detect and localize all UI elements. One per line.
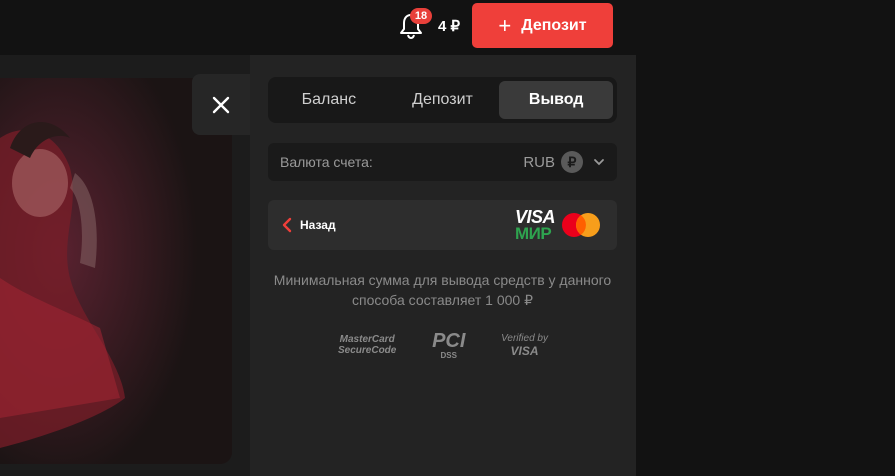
payment-logos: VISA МИР xyxy=(515,208,603,242)
mastercard-securecode-line2: SecureCode xyxy=(338,345,397,356)
mastercard-securecode-logo: MasterCard SecureCode xyxy=(338,334,396,356)
notification-badge: 18 xyxy=(410,8,432,24)
close-icon xyxy=(212,96,230,113)
tab-balance[interactable]: Баланс xyxy=(272,81,386,119)
game-banner-image xyxy=(0,78,232,464)
pci-text: PCI xyxy=(432,329,466,352)
mastercard-icon xyxy=(562,213,600,237)
deposit-button-label: Депозит xyxy=(521,16,587,34)
tab-deposit[interactable]: Депозит xyxy=(386,81,500,119)
mastercard-securecode-line1: MasterCard xyxy=(339,334,395,345)
back-button[interactable]: Назад xyxy=(282,217,336,233)
verified-by-text: Verified by xyxy=(501,332,548,344)
payment-method-row: Назад VISA МИР xyxy=(268,200,617,250)
minimum-amount-notice: Минимальная сумма для вывода средств у д… xyxy=(273,272,612,308)
pci-dss-logo: PCI DSS xyxy=(432,331,465,360)
cashier-tabs: Баланс Депозит Вывод xyxy=(268,77,617,123)
ruble-coin-icon: ₽ xyxy=(561,151,583,173)
back-label: Назад xyxy=(300,218,336,232)
verified-visa-text: VISA xyxy=(510,343,539,358)
balance-amount[interactable]: 4 ₽ xyxy=(438,17,460,35)
currency-select[interactable]: Валюта счета: RUB ₽ xyxy=(268,143,617,181)
currency-label: Валюта счета: xyxy=(280,154,373,170)
currency-code: RUB xyxy=(523,153,555,171)
visa-mir-logo: VISA МИР xyxy=(514,208,556,243)
chevron-left-icon xyxy=(282,217,292,233)
chevron-down-icon xyxy=(594,159,604,166)
page-background-right xyxy=(636,55,895,476)
top-bar: 18 4 ₽ + Депозит xyxy=(0,0,895,55)
mir-logo-text: МИР xyxy=(514,224,552,243)
verified-by-visa-logo: Verified by VISA xyxy=(501,333,548,358)
plus-icon: + xyxy=(498,12,512,38)
cashier-panel: Баланс Депозит Вывод Валюта счета: RUB ₽… xyxy=(250,55,636,476)
deposit-button[interactable]: + Депозит xyxy=(472,3,613,48)
dss-text: DSS xyxy=(440,350,457,360)
tab-withdraw[interactable]: Вывод xyxy=(499,81,614,119)
security-badges: MasterCard SecureCode PCI DSS Verified b… xyxy=(338,327,548,363)
page: 18 4 ₽ + Депозит Баланс Депозит Вывод Ва… xyxy=(0,0,895,476)
close-button[interactable] xyxy=(192,74,250,135)
